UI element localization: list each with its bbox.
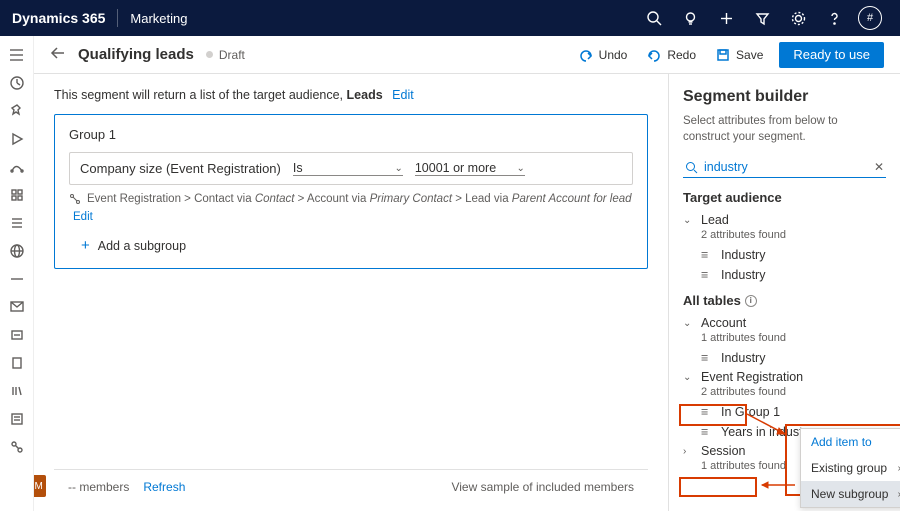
library-icon[interactable] <box>0 378 34 404</box>
back-button[interactable] <box>50 46 66 63</box>
help-icon[interactable] <box>816 0 852 36</box>
segments-icon[interactable] <box>0 182 34 208</box>
filter-icon[interactable] <box>744 0 780 36</box>
annotation-box <box>679 477 757 497</box>
group-title: Group 1 <box>69 127 633 142</box>
list-item-icon: ≡ <box>701 405 715 419</box>
status-label: Draft <box>219 48 245 62</box>
connector-icon[interactable] <box>0 434 34 460</box>
global-header: Dynamics 365 Marketing # <box>0 0 900 36</box>
info-icon[interactable]: i <box>745 295 757 307</box>
chevron-down-icon: ⌄ <box>516 163 524 174</box>
group-card: Group 1 Company size (Event Registration… <box>54 114 648 269</box>
globe-icon[interactable] <box>0 238 34 264</box>
analytics-icon[interactable] <box>0 322 34 348</box>
member-count: -- members <box>68 480 129 494</box>
list-item-icon: ≡ <box>701 425 715 439</box>
hamburger-icon[interactable] <box>0 42 34 68</box>
condition-row: Company size (Event Registration) Is⌄ 10… <box>69 152 633 185</box>
lightbulb-icon[interactable] <box>672 0 708 36</box>
annotation-arrow <box>757 480 797 490</box>
play-icon[interactable] <box>0 126 34 152</box>
brand: Dynamics 365 <box>12 10 105 26</box>
canvas-footer: RM -- members Refresh View sample of inc… <box>54 469 648 503</box>
relationship-path: Event Registration > Contact via Contact… <box>69 193 633 223</box>
segment-description: This segment will return a list of the t… <box>54 88 648 102</box>
value-select[interactable]: 10001 or more⌄ <box>415 161 525 176</box>
divider-icon <box>0 266 34 292</box>
all-tables-section: All tablesi <box>683 293 886 308</box>
recent-icon[interactable] <box>0 70 34 96</box>
add-item-flyout: Add item to Existing group› New subgroup… <box>800 428 900 508</box>
app-name: Marketing <box>130 11 187 26</box>
chevron-down-icon: ⌄ <box>683 372 695 383</box>
tree-node-event-registration[interactable]: ⌄Event Registration <box>683 368 886 386</box>
edit-audience-link[interactable]: Edit <box>392 88 414 102</box>
list-item-icon: ≡ <box>701 248 715 262</box>
list-icon[interactable] <box>0 210 34 236</box>
plus-icon: + <box>81 237 90 254</box>
tree-node-lead[interactable]: ⌄Lead <box>683 211 886 229</box>
user-avatar[interactable]: # <box>852 0 888 36</box>
status-dot <box>206 51 213 58</box>
tree-item-industry-account[interactable]: ≡Industry <box>683 348 886 368</box>
gear-icon[interactable] <box>780 0 816 36</box>
list-item-icon: ≡ <box>701 268 715 282</box>
annotation-arrow <box>747 414 797 444</box>
attribute-search[interactable]: ✕ <box>683 157 886 178</box>
tree-node-account[interactable]: ⌄Account <box>683 314 886 332</box>
operator-select[interactable]: Is⌄ <box>293 161 403 176</box>
flyout-existing-group[interactable]: Existing group› <box>801 455 900 481</box>
edit-path-link[interactable]: Edit <box>73 211 93 223</box>
tree-item-industry[interactable]: ≡Industry <box>683 265 886 285</box>
tree-item-industry[interactable]: ≡Industry <box>683 245 886 265</box>
list-item-icon: ≡ <box>701 351 715 365</box>
refresh-link[interactable]: Refresh <box>143 480 185 494</box>
user-badge: RM <box>34 475 46 497</box>
segment-builder-panel: Segment builder Select attributes from b… <box>668 74 900 511</box>
condition-attribute: Company size (Event Registration) <box>80 161 281 176</box>
chevron-down-icon: ⌄ <box>683 318 695 329</box>
chevron-down-icon: ⌄ <box>683 215 695 226</box>
header-divider <box>117 9 118 27</box>
left-nav-rail <box>0 36 34 511</box>
attr-count: 1 attributes found <box>683 332 886 344</box>
undo-button[interactable]: Undo <box>569 48 638 62</box>
clear-search-icon[interactable]: ✕ <box>874 160 884 174</box>
flyout-new-subgroup[interactable]: New subgroup› <box>801 481 900 507</box>
builder-title: Segment builder <box>683 88 886 106</box>
search-icon <box>685 161 698 174</box>
builder-hint: Select attributes from below to construc… <box>683 114 886 145</box>
target-audience-section: Target audience <box>683 190 886 205</box>
command-bar: Qualifying leads Draft Undo Redo Save Re… <box>34 36 900 74</box>
attr-count: 2 attributes found <box>683 386 886 398</box>
attr-count: 2 attributes found <box>683 229 886 241</box>
search-input[interactable] <box>704 160 868 174</box>
segment-canvas: This segment will return a list of the t… <box>34 74 668 511</box>
page-icon[interactable] <box>0 350 34 376</box>
search-icon[interactable] <box>636 0 672 36</box>
chevron-down-icon: ⌄ <box>394 163 402 174</box>
flyout-header: Add item to <box>801 429 900 455</box>
pin-icon[interactable] <box>0 98 34 124</box>
view-sample-link[interactable]: View sample of included members <box>451 480 634 494</box>
form-icon[interactable] <box>0 406 34 432</box>
redo-button[interactable]: Redo <box>637 48 706 62</box>
add-icon[interactable] <box>708 0 744 36</box>
page-title: Qualifying leads <box>78 46 194 63</box>
add-subgroup-button[interactable]: + Add a subgroup <box>69 237 633 254</box>
save-button[interactable]: Save <box>706 48 773 62</box>
journey-icon[interactable] <box>0 154 34 180</box>
chevron-right-icon: › <box>683 446 695 457</box>
mail-icon[interactable] <box>0 294 34 320</box>
ready-to-use-button[interactable]: Ready to use <box>779 42 884 68</box>
